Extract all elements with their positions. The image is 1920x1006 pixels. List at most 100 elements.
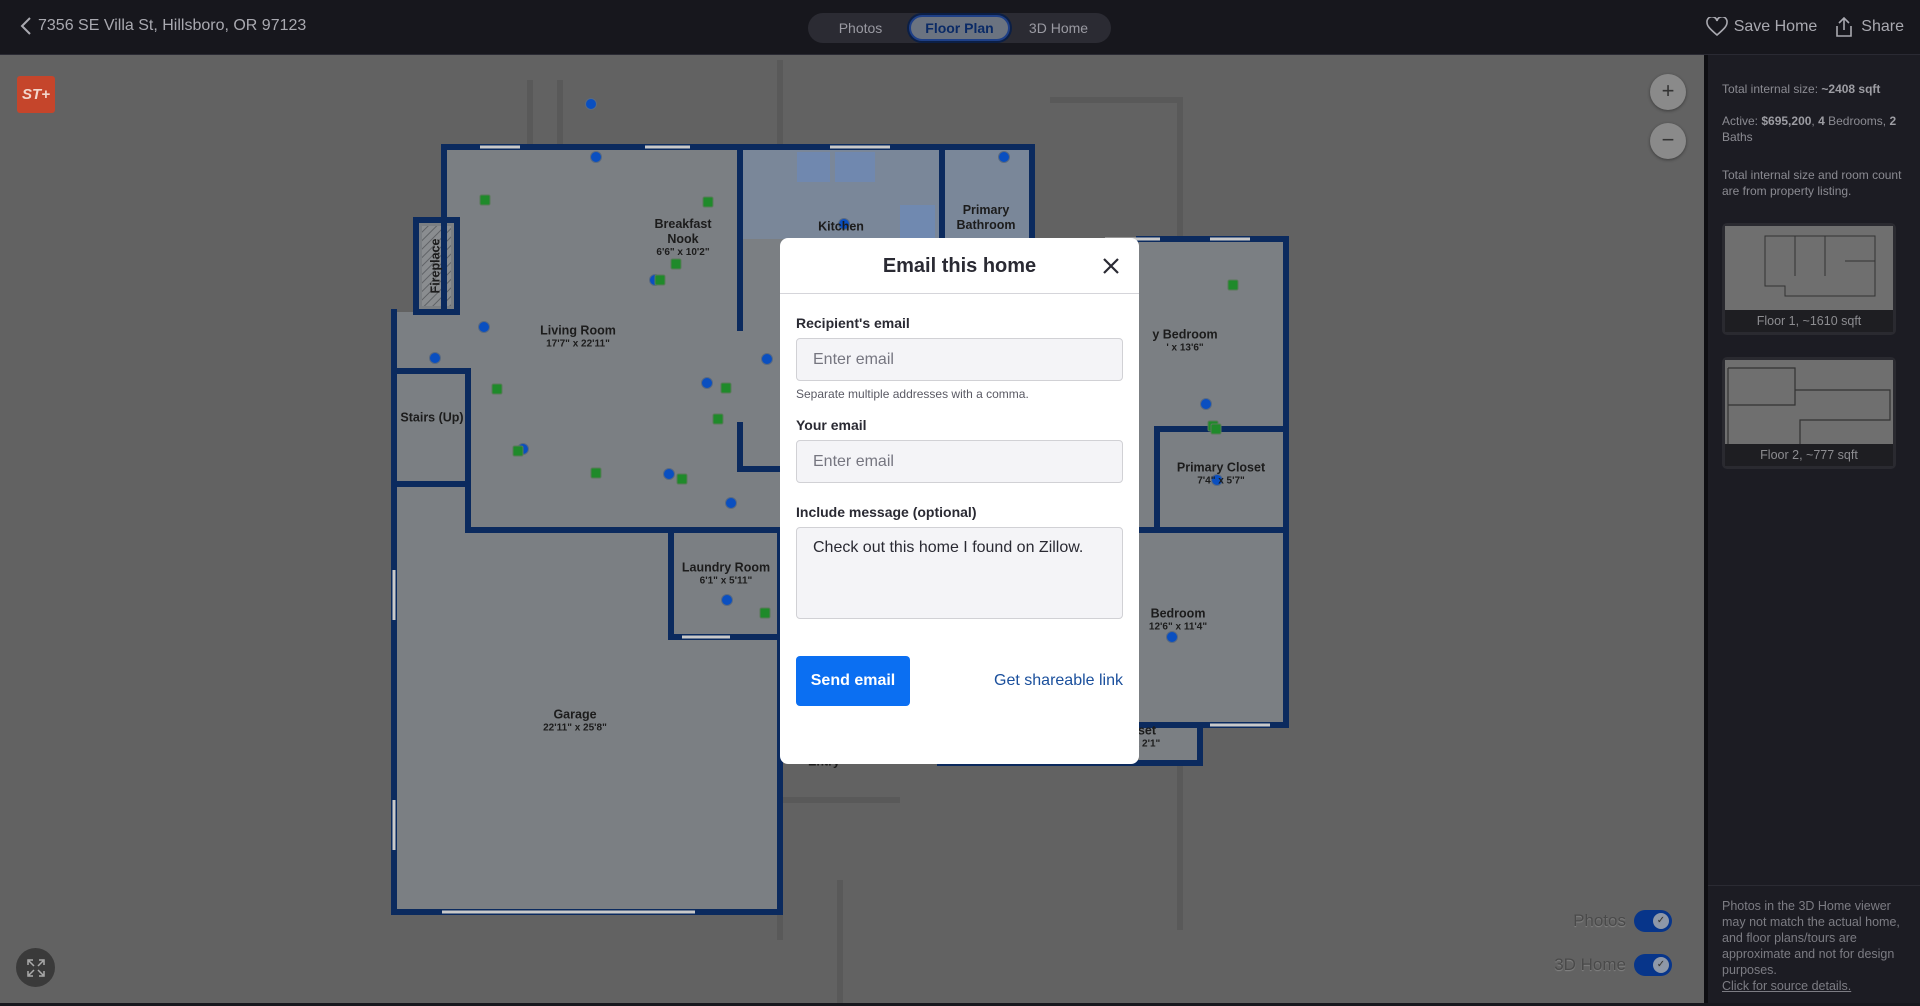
photo-marker[interactable] — [761, 353, 773, 365]
panorama-marker[interactable] — [1210, 423, 1222, 435]
photo-marker[interactable] — [590, 151, 602, 163]
room-name: y Bedroom — [1152, 327, 1218, 342]
floor-2-label: Floor 2, ~777 sqft — [1725, 444, 1893, 466]
panorama-marker[interactable] — [670, 258, 682, 270]
room-name: Kitchen — [818, 219, 864, 234]
share-label: Share — [1861, 18, 1904, 35]
your-email-input[interactable] — [796, 440, 1123, 483]
photo-marker[interactable] — [429, 352, 441, 364]
close-icon[interactable] — [1099, 254, 1123, 278]
room-dimensions: 6'1" x 5'11" — [699, 575, 753, 587]
panorama-marker[interactable] — [491, 383, 503, 395]
check-icon: ✓ — [1653, 957, 1669, 973]
message-textarea[interactable]: Check out this home I found on Zillow. — [796, 527, 1123, 619]
room-dimensions: 6'6" x 10'2" — [656, 247, 710, 258]
panorama-marker[interactable] — [654, 274, 666, 286]
room-label: Bedroom 12'6" x 11'4" — [1149, 607, 1207, 634]
info-panel: Total internal size: ~2408 sqft Active: … — [1704, 55, 1920, 1003]
room-dimensions: 12'6" x 11'4" — [1148, 621, 1208, 633]
top-bar: 7356 SE Villa St, Hillsboro, OR 97123 Ph… — [0, 0, 1920, 55]
send-email-button[interactable]: Send email — [796, 656, 910, 706]
photo-marker[interactable] — [478, 321, 490, 333]
room-name: Garage — [553, 707, 597, 722]
room-name: Bedroom — [1150, 606, 1206, 621]
panorama-marker[interactable] — [720, 382, 732, 394]
photo-marker[interactable] — [663, 468, 675, 480]
room-label: Primary Closet 7'4" x 5'7" — [1177, 461, 1265, 488]
photo-marker[interactable] — [1200, 398, 1212, 410]
room-dimensions: 7'4" x 5'7" — [1197, 475, 1245, 487]
back-button[interactable]: 7356 SE Villa St, Hillsboro, OR 97123 — [20, 16, 306, 36]
share-icon — [1836, 16, 1853, 37]
your-email-label: Your email — [796, 417, 867, 433]
recipient-email-label: Recipient's email — [796, 315, 910, 331]
panorama-marker[interactable] — [712, 413, 724, 425]
dialog-title: Email this home — [882, 255, 1037, 277]
room-label: Kitchen — [818, 220, 864, 235]
panorama-marker[interactable] — [479, 194, 491, 206]
zoom-out-button[interactable]: − — [1650, 123, 1686, 159]
st-plus-logo: ST+ — [17, 76, 55, 113]
dialog-header: Email this home — [780, 238, 1139, 294]
check-icon: ✓ — [1653, 913, 1669, 929]
photo-marker[interactable] — [701, 377, 713, 389]
room-label: Breakfast Nook 6'6" x 10'2" — [648, 217, 718, 259]
floor-1-preview — [1725, 226, 1893, 310]
chevron-left-icon — [20, 17, 31, 35]
room-label: Stairs (Up) — [397, 411, 467, 426]
room-label: y Bedroom ' x 13'6" — [1152, 328, 1217, 355]
expand-icon — [26, 958, 45, 977]
photos-toggle[interactable]: ✓ — [1634, 910, 1672, 932]
save-home-button[interactable]: Save Home — [1705, 16, 1818, 38]
room-name: Primary Bathroom — [956, 203, 1016, 232]
room-dimensions: 17'7" x 22'11" — [546, 338, 610, 350]
photos-toggle-row: Photos ✓ — [1573, 910, 1672, 932]
photo-marker[interactable] — [725, 497, 737, 509]
source-details-link[interactable]: Click for source details. — [1722, 978, 1906, 994]
room-name: Living Room — [540, 323, 616, 338]
room-label: Garage 22'11" x 25'8" — [543, 708, 607, 735]
recipient-email-input[interactable] — [796, 338, 1123, 381]
room-name: Breakfast Nook — [654, 217, 712, 246]
email-home-dialog: Email this home Recipient's email Separa… — [780, 238, 1139, 764]
source-note: Total internal size and room count are f… — [1722, 168, 1902, 198]
3d-home-toggle-row: 3D Home ✓ — [1554, 954, 1672, 976]
photo-marker[interactable] — [585, 98, 597, 110]
room-name: Fireplace — [428, 238, 443, 294]
zoom-in-button[interactable]: + — [1650, 74, 1686, 110]
tab-photos[interactable]: Photos — [812, 15, 909, 41]
floor-1-thumbnail[interactable]: Floor 1, ~1610 sqft — [1722, 223, 1896, 335]
photo-marker[interactable] — [721, 594, 733, 606]
message-label: Include message (optional) — [796, 504, 977, 520]
3d-home-toggle[interactable]: ✓ — [1634, 954, 1672, 976]
panorama-marker[interactable] — [759, 607, 771, 619]
tab-3d-home[interactable]: 3D Home — [1010, 15, 1107, 41]
get-shareable-link[interactable]: Get shareable link — [994, 672, 1123, 690]
heart-icon — [1705, 17, 1728, 37]
panorama-marker[interactable] — [702, 196, 714, 208]
tab-floor-plan[interactable]: Floor Plan — [909, 15, 1010, 41]
floor-2-thumbnail[interactable]: Floor 2, ~777 sqft — [1722, 357, 1896, 469]
panorama-marker[interactable] — [512, 445, 524, 457]
photo-marker[interactable] — [998, 151, 1010, 163]
photos-toggle-label: Photos — [1573, 911, 1626, 930]
address: 7356 SE Villa St, Hillsboro, OR 97123 — [38, 17, 307, 34]
floor-1-label: Floor 1, ~1610 sqft — [1725, 310, 1893, 332]
fullscreen-button[interactable] — [16, 948, 55, 987]
panorama-marker[interactable] — [590, 467, 602, 479]
room-label: Primary Bathroom — [951, 203, 1021, 233]
panorama-marker[interactable] — [1227, 279, 1239, 291]
save-home-label: Save Home — [1733, 18, 1818, 35]
room-name: Stairs (Up) — [400, 410, 464, 425]
room-dimensions: 22'11" x 25'8" — [543, 722, 607, 734]
room-dimensions: ' x 13'6" — [1166, 342, 1204, 354]
disclaimer: Photos in the 3D Home viewer may not mat… — [1708, 885, 1920, 1006]
listing-status: Active: $695,200, 4 Bedrooms, 2 Baths — [1722, 114, 1897, 144]
total-size: Total internal size: ~2408 sqft — [1722, 82, 1881, 96]
view-switcher: Photos Floor Plan 3D Home — [808, 13, 1111, 43]
recipient-email-hint: Separate multiple addresses with a comma… — [796, 387, 1029, 401]
room-label: Fireplace — [429, 239, 444, 294]
room-name: Laundry Room — [681, 560, 771, 575]
panorama-marker[interactable] — [676, 473, 688, 485]
share-button[interactable]: Share — [1833, 16, 1904, 38]
